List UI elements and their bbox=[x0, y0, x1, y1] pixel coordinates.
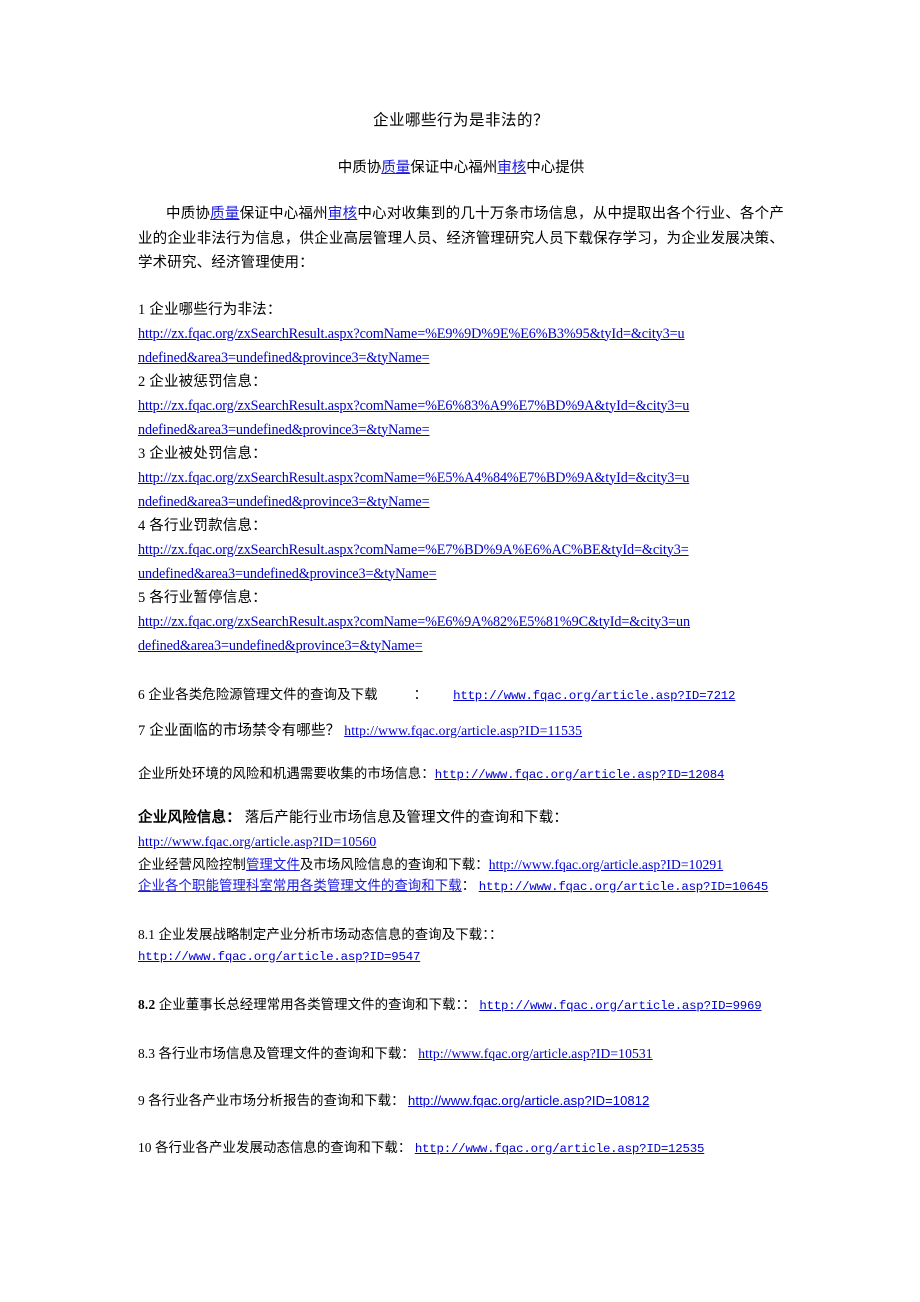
risk-line3-colon: ： bbox=[461, 877, 476, 893]
item-2-url-line2: ndefined&area3=undefined&province3=&tyNa… bbox=[138, 421, 430, 438]
risk-heading-bold: 企业风险信息： bbox=[138, 809, 241, 826]
item-6-colon: ： bbox=[413, 686, 428, 702]
market-info-row: 企业所处环境的风险和机遇需要收集的市场信息：http://www.fqac.or… bbox=[138, 763, 784, 786]
item-82-row: 8.2 企业董事长总经理常用各类管理文件的查询和下载：： http://www.… bbox=[138, 994, 784, 1017]
item-7-row: 7 企业面临的市场禁令有哪些？ http://www.fqac.org/arti… bbox=[138, 719, 784, 743]
item-3-url[interactable]: http://zx.fqac.org/zxSearchResult.aspx?c… bbox=[138, 466, 784, 514]
item-81-url[interactable]: http://www.fqac.org/article.asp?ID=9547 bbox=[138, 950, 420, 964]
item-1-label: 1 企业哪些行为非法： bbox=[138, 301, 282, 318]
item-7-url[interactable]: http://www.fqac.org/article.asp?ID=11535 bbox=[344, 723, 582, 738]
risk-heading-row: 企业风险信息： 落后产能行业市场信息及管理文件的查询和下载： bbox=[138, 806, 784, 830]
market-info-url[interactable]: http://www.fqac.org/article.asp?ID=12084 bbox=[435, 768, 725, 782]
risk-line2-pre: 企业经营风险控制 bbox=[138, 856, 246, 872]
item-9-url[interactable]: http://www.fqac.org/article.asp?ID=10812 bbox=[408, 1093, 649, 1108]
item-3-url-line2: ndefined&area3=undefined&province3=&tyNa… bbox=[138, 493, 430, 510]
item-6-url[interactable]: http://www.fqac.org/article.asp?ID=7212 bbox=[453, 689, 735, 703]
item-4-url[interactable]: http://zx.fqac.org/zxSearchResult.aspx?c… bbox=[138, 538, 784, 586]
item-5-label: 5 各行业暂停信息： bbox=[138, 589, 267, 606]
item-1-url-line1: http://zx.fqac.org/zxSearchResult.aspx?c… bbox=[138, 325, 685, 342]
item-3-url-line1: http://zx.fqac.org/zxSearchResult.aspx?c… bbox=[138, 469, 690, 486]
intro-mid: 保证中心福州 bbox=[239, 206, 328, 222]
item-5-url[interactable]: http://zx.fqac.org/zxSearchResult.aspx?c… bbox=[138, 610, 784, 658]
item-81-label-row: 8.1 企业发展战略制定产业分析市场动态信息的查询及下载：： bbox=[138, 924, 784, 945]
intro-paragraph: 中质协质量保证中心福州审核中心对收集到的几十万条市场信息，从中提取出各个行业、各… bbox=[138, 202, 784, 276]
item-81-label: 8.1 企业发展战略制定产业分析市场动态信息的查询及下载：： bbox=[138, 926, 503, 942]
item-4-label: 4 各行业罚款信息： bbox=[138, 517, 267, 534]
byline-mid: 保证中心福州 bbox=[410, 160, 498, 176]
intro-link-quality[interactable]: 质量 bbox=[210, 206, 239, 222]
item-9-row: 9 各行业各产业市场分析报告的查询和下载： http://www.fqac.or… bbox=[138, 1090, 784, 1111]
document-byline: 中质协质量保证中心福州审核中心提供 bbox=[138, 156, 784, 180]
risk-heading-url[interactable]: http://www.fqac.org/article.asp?ID=10560 bbox=[138, 834, 376, 849]
risk-heading-url-row: http://www.fqac.org/article.asp?ID=10560 bbox=[138, 830, 784, 854]
risk-heading-rest: 落后产能行业市场信息及管理文件的查询和下载： bbox=[244, 809, 569, 826]
item-9-label: 9 各行业各产业市场分析报告的查询和下载： bbox=[138, 1092, 405, 1108]
item-82-url[interactable]: http://www.fqac.org/article.asp?ID=9969 bbox=[479, 999, 761, 1013]
risk-line3-label[interactable]: 企业各个职能管理科室常用各类管理文件的查询和下载 bbox=[138, 878, 462, 893]
risk-line2-link[interactable]: 管理文件 bbox=[246, 857, 300, 872]
market-info-label: 企业所处环境的风险和机遇需要收集的市场信息： bbox=[138, 765, 435, 781]
intro-pre: 中质协 bbox=[166, 206, 211, 222]
item-5-url-line2: defined&area3=undefined&province3=&tyNam… bbox=[138, 637, 423, 654]
risk-line2-post: 及市场风险信息的查询和下载： bbox=[299, 856, 489, 872]
page-title: 企业哪些行为是非法的？ bbox=[372, 112, 549, 129]
risk-line2-row: 企业经营风险控制管理文件及市场风险信息的查询和下载：http://www.fqa… bbox=[138, 854, 784, 875]
item-82-number: 8.2 bbox=[138, 996, 156, 1012]
item-82-label: 企业董事长总经理常用各类管理文件的查询和下载：： bbox=[158, 996, 476, 1012]
item-5-url-line1: http://zx.fqac.org/zxSearchResult.aspx?c… bbox=[138, 613, 690, 630]
item-81-url-row: http://www.fqac.org/article.asp?ID=9547 bbox=[138, 945, 784, 968]
item-1-url[interactable]: http://zx.fqac.org/zxSearchResult.aspx?c… bbox=[138, 322, 784, 370]
item-2-url[interactable]: http://zx.fqac.org/zxSearchResult.aspx?c… bbox=[138, 394, 784, 442]
item-83-row: 8.3 各行业市场信息及管理文件的查询和下载： http://www.fqac.… bbox=[138, 1043, 784, 1064]
document-content: 企业哪些行为是非法的？ 中质协质量保证中心福州审核中心提供 中质协质量保证中心福… bbox=[138, 108, 784, 1160]
risk-line3-row: 企业各个职能管理科室常用各类管理文件的查询和下载： http://www.fqa… bbox=[138, 875, 784, 898]
item-2-label: 2 企业被惩罚信息： bbox=[138, 373, 267, 390]
intro-link-audit[interactable]: 审核 bbox=[328, 206, 357, 222]
item-10-url[interactable]: http://www.fqac.org/article.asp?ID=12535 bbox=[415, 1142, 705, 1156]
item-83-url[interactable]: http://www.fqac.org/article.asp?ID=10531 bbox=[418, 1046, 652, 1061]
item-2-url-line1: http://zx.fqac.org/zxSearchResult.aspx?c… bbox=[138, 397, 690, 414]
item-4-url-line2: undefined&area3=undefined&province3=&tyN… bbox=[138, 565, 437, 582]
item-6-row: 6 企业各类危险源管理文件的查询及下载 ： http://www.fqac.org/… bbox=[138, 684, 784, 707]
byline-pre: 中质协 bbox=[337, 160, 382, 176]
item-7-label: 7 企业面临的市场禁令有哪些？ bbox=[138, 722, 341, 739]
item-6-label: 6 企业各类危险源管理文件的查询及下载 bbox=[138, 686, 378, 702]
item-10-row: 10 各行业各产业发展动态信息的查询和下载： http://www.fqac.o… bbox=[138, 1137, 784, 1160]
item-1-url-line2: ndefined&area3=undefined&province3=&tyNa… bbox=[138, 349, 430, 366]
risk-line3-url[interactable]: http://www.fqac.org/article.asp?ID=10645 bbox=[479, 880, 769, 894]
item-4-url-line1: http://zx.fqac.org/zxSearchResult.aspx?c… bbox=[138, 541, 689, 558]
byline-post: 中心提供 bbox=[526, 160, 585, 176]
byline-link-audit[interactable]: 审核 bbox=[497, 160, 526, 176]
byline-link-quality[interactable]: 质量 bbox=[381, 160, 410, 176]
item-83-label: 8.3 各行业市场信息及管理文件的查询和下载： bbox=[138, 1045, 415, 1061]
document-page: 企业哪些行为是非法的？ 中质协质量保证中心福州审核中心提供 中质协质量保证中心福… bbox=[0, 0, 920, 1302]
item-3-label: 3 企业被处罚信息： bbox=[138, 445, 267, 462]
risk-line2-url[interactable]: http://www.fqac.org/article.asp?ID=10291 bbox=[489, 857, 723, 872]
item-10-label: 10 各行业各产业发展动态信息的查询和下载： bbox=[138, 1139, 412, 1155]
